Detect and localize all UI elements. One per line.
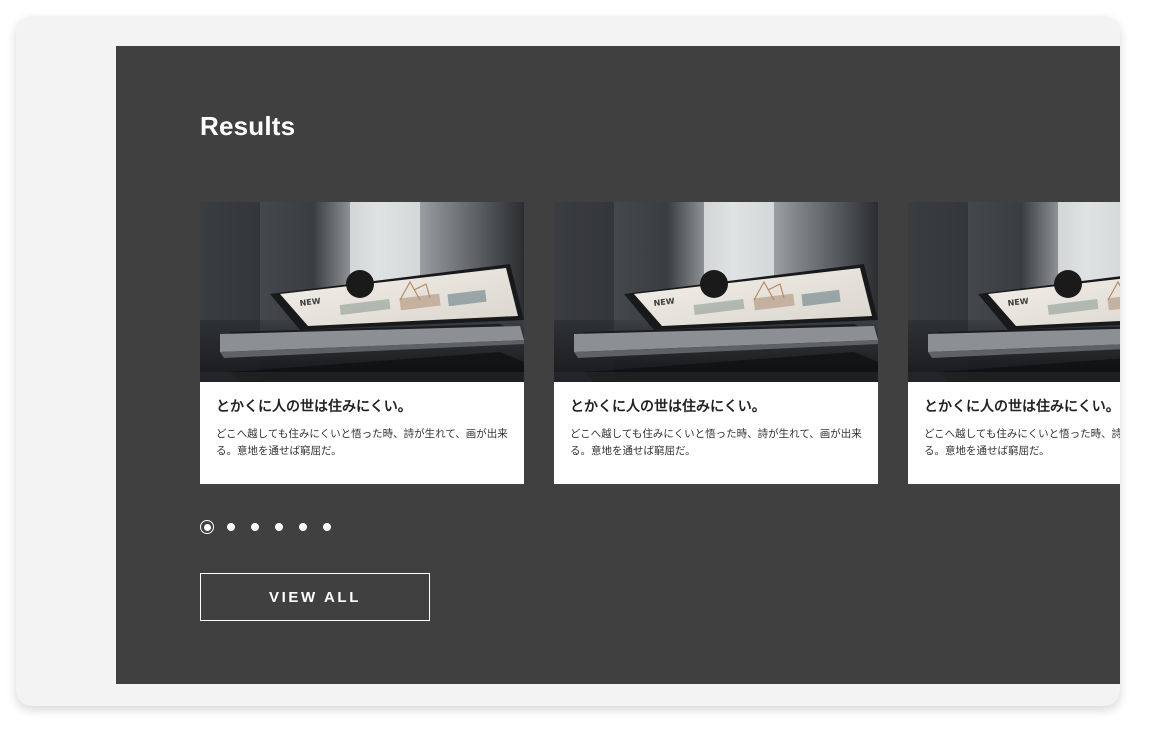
page-frame: Results とかくに人の世は住みにくい。 どこへ越しても住みにくいと悟った時…	[16, 16, 1120, 706]
card-body: とかくに人の世は住みにくい。 どこへ越しても住みにくいと悟った時、詩が生れて、画…	[908, 382, 1120, 460]
result-card[interactable]: とかくに人の世は住みにくい。 どこへ越しても住みにくいと悟った時、詩が生れて、画…	[200, 202, 524, 484]
card-image	[200, 202, 524, 382]
results-carousel[interactable]: とかくに人の世は住みにくい。 どこへ越しても住みにくいと悟った時、詩が生れて、画…	[200, 202, 1120, 484]
card-text: どこへ越しても住みにくいと悟った時、詩が生れて、画が出来る。意地を通せば窮屈だ。	[216, 428, 508, 457]
result-card[interactable]: とかくに人の世は住みにくい。 どこへ越しても住みにくいと悟った時、詩が生れて、画…	[554, 202, 878, 484]
card-image	[908, 202, 1120, 382]
card-text: どこへ越しても住みにくいと悟った時、詩が生れて、画が出来る。意地を通せば窮屈だ。	[570, 428, 862, 457]
pagination-dot[interactable]	[296, 520, 310, 534]
pagination-dot[interactable]	[272, 520, 286, 534]
section-title: Results	[200, 111, 296, 141]
card-title: とかくに人の世は住みにくい。	[924, 399, 1120, 415]
card-body: とかくに人の世は住みにくい。 どこへ越しても住みにくいと悟った時、詩が生れて、画…	[200, 382, 524, 460]
pagination-dot[interactable]	[224, 520, 238, 534]
card-text: どこへ越しても住みにくいと悟った時、詩が生れて、画が出来る。意地を通せば窮屈だ。	[924, 428, 1120, 457]
pagination-dot[interactable]	[320, 520, 334, 534]
card-body: とかくに人の世は住みにくい。 どこへ越しても住みにくいと悟った時、詩が生れて、画…	[554, 382, 878, 460]
card-title: とかくに人の世は住みにくい。	[570, 399, 766, 415]
pagination-dot[interactable]	[248, 520, 262, 534]
view-all-button[interactable]: VIEW ALL	[200, 573, 430, 621]
result-card[interactable]: とかくに人の世は住みにくい。 どこへ越しても住みにくいと悟った時、詩が生れて、画…	[908, 202, 1120, 484]
card-title: とかくに人の世は住みにくい。	[216, 399, 412, 415]
carousel-pagination	[200, 520, 334, 534]
pagination-dot-active[interactable]	[200, 520, 214, 534]
results-section: Results とかくに人の世は住みにくい。 どこへ越しても住みにくいと悟った時…	[116, 46, 1120, 684]
card-image	[554, 202, 878, 382]
